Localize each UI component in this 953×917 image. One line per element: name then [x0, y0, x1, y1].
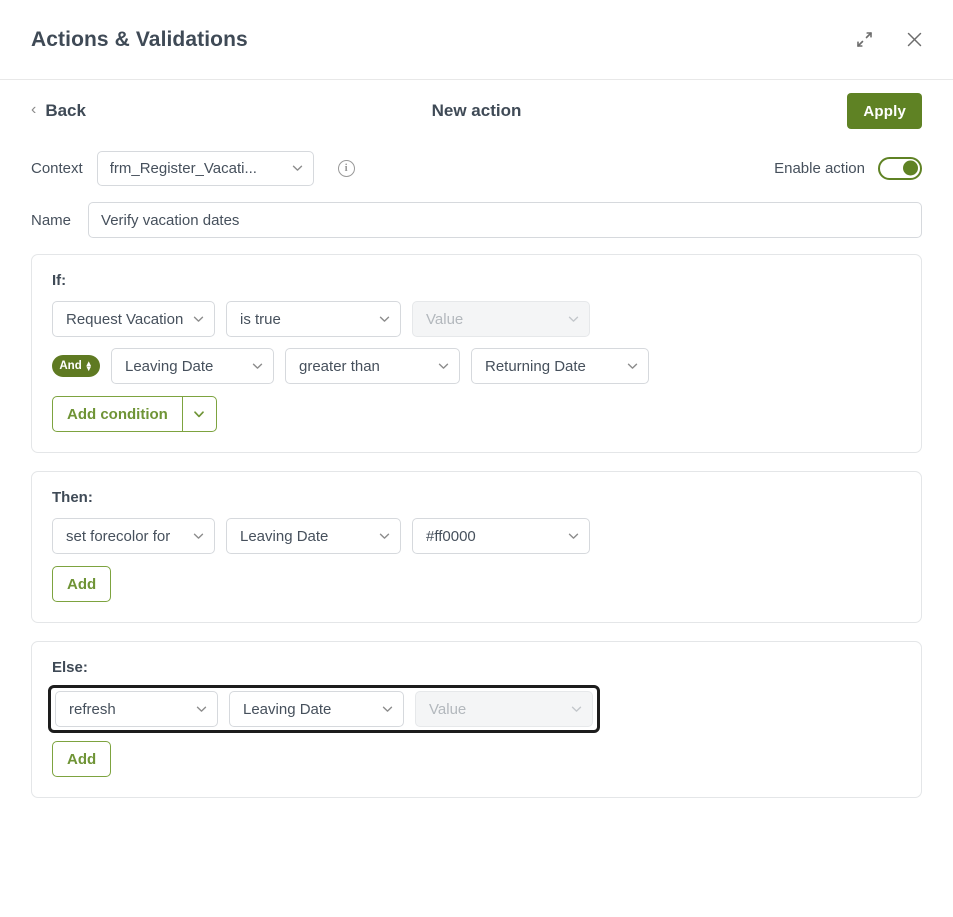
else-action-row: refresh Leaving Date Value: [48, 685, 600, 733]
chevron-down-icon: [378, 530, 391, 543]
chevron-down-icon: [378, 313, 391, 326]
else-value-placeholder: Value: [429, 700, 467, 718]
chevron-down-icon: [192, 313, 205, 326]
dialog-titlebar: Actions & Validations: [0, 0, 953, 80]
then-section-card: Then: set forecolor for Leaving Date #ff…: [31, 471, 922, 623]
name-input[interactable]: [88, 202, 922, 238]
name-row: Name: [31, 194, 922, 246]
chevron-down-icon[interactable]: [181, 397, 216, 431]
updown-chevron-icon: ▲ ▼: [84, 359, 93, 373]
action-target-select[interactable]: Leaving Date: [226, 518, 401, 554]
else-operation-value: refresh: [69, 700, 116, 718]
condition-field-select[interactable]: Leaving Date: [111, 348, 274, 384]
chevron-down-icon: [567, 530, 580, 543]
then-add-button[interactable]: Add: [52, 566, 112, 602]
action-title: New action: [431, 101, 522, 120]
apply-button[interactable]: Apply: [847, 93, 922, 129]
condition-field-select[interactable]: Request Vacation: [52, 301, 215, 337]
chevron-down-icon: [626, 360, 639, 373]
condition-operator-select[interactable]: greater than: [285, 348, 460, 384]
condition-operator-value: greater than: [299, 357, 380, 375]
context-select[interactable]: frm_Register_Vacati...: [96, 150, 314, 186]
context-value: frm_Register_Vacati...: [109, 159, 257, 177]
chevron-down-icon: [567, 313, 580, 326]
chevron-down-icon: [291, 162, 304, 175]
titlebar-actions: [851, 27, 927, 53]
condition-field-value: Leaving Date: [125, 357, 214, 375]
enable-action-toggle[interactable]: [878, 156, 922, 180]
condition-row: Request Vacation is true Value: [52, 301, 901, 337]
chevron-down-icon: [192, 530, 205, 543]
else-add-row: Add: [52, 741, 901, 777]
action-editor-panel: ‹ Back New action Apply Context frm_Regi…: [0, 80, 953, 798]
condition-row: And ▲ ▼ Leaving Date greater than Returni…: [52, 348, 901, 384]
action-value-select[interactable]: #ff0000: [412, 518, 590, 554]
condition-value-select[interactable]: Value: [412, 301, 590, 337]
condition-value-text: Returning Date: [485, 357, 586, 375]
action-operation-select[interactable]: set forecolor for: [52, 518, 215, 554]
condition-connector-badge[interactable]: And ▲ ▼: [52, 355, 100, 377]
then-add-row: Add: [52, 566, 901, 602]
else-add-button[interactable]: Add: [52, 741, 112, 777]
name-label: Name: [31, 211, 72, 229]
if-label: If:: [52, 272, 67, 289]
context-label: Context: [31, 159, 83, 177]
condition-value-select[interactable]: Returning Date: [471, 348, 649, 384]
connector-label: And: [59, 360, 82, 372]
enable-action-group: Enable action: [774, 156, 922, 180]
chevron-down-icon: [381, 703, 394, 716]
chevron-down-icon: [437, 360, 450, 373]
context-row: Context frm_Register_Vacati... i Enable …: [31, 142, 922, 194]
action-target-value: Leaving Date: [240, 527, 329, 545]
add-condition-button[interactable]: Add condition: [52, 396, 217, 432]
add-condition-label: Add condition: [67, 405, 168, 423]
then-label: Then:: [52, 489, 93, 506]
action-value-text: #ff0000: [426, 527, 476, 545]
else-target-select[interactable]: Leaving Date: [229, 691, 404, 727]
chevron-down-icon: [570, 703, 583, 716]
chevron-down-icon: [251, 360, 264, 373]
if-section-card: If: Request Vacation is true Value And ▲…: [31, 254, 922, 453]
add-condition-row: Add condition: [52, 396, 901, 432]
back-button[interactable]: ‹ Back: [31, 101, 86, 121]
expand-diagonal-icon[interactable]: [851, 27, 877, 53]
chevron-left-icon: ‹: [31, 101, 37, 118]
page-title: Actions & Validations: [31, 27, 248, 51]
action-row: set forecolor for Leaving Date #ff0000: [52, 518, 901, 554]
else-label: Else:: [52, 659, 88, 676]
close-icon[interactable]: [901, 27, 927, 53]
action-operation-value: set forecolor for: [66, 527, 171, 545]
condition-operator-value: is true: [240, 310, 281, 328]
condition-operator-select[interactable]: is true: [226, 301, 401, 337]
condition-value-placeholder: Value: [426, 310, 464, 328]
else-target-value: Leaving Date: [243, 700, 332, 718]
info-icon[interactable]: i: [337, 159, 355, 177]
toggle-knob: [903, 160, 918, 176]
else-operation-select[interactable]: refresh: [55, 691, 218, 727]
enable-action-label: Enable action: [774, 159, 865, 177]
else-value-select[interactable]: Value: [415, 691, 593, 727]
condition-field-value: Request Vacation: [66, 310, 184, 328]
chevron-down-icon: [195, 703, 208, 716]
back-label: Back: [45, 101, 86, 120]
action-nav-row: ‹ Back New action Apply: [31, 80, 922, 142]
else-section-card: Else: refresh Leaving Date Value Add: [31, 641, 922, 798]
